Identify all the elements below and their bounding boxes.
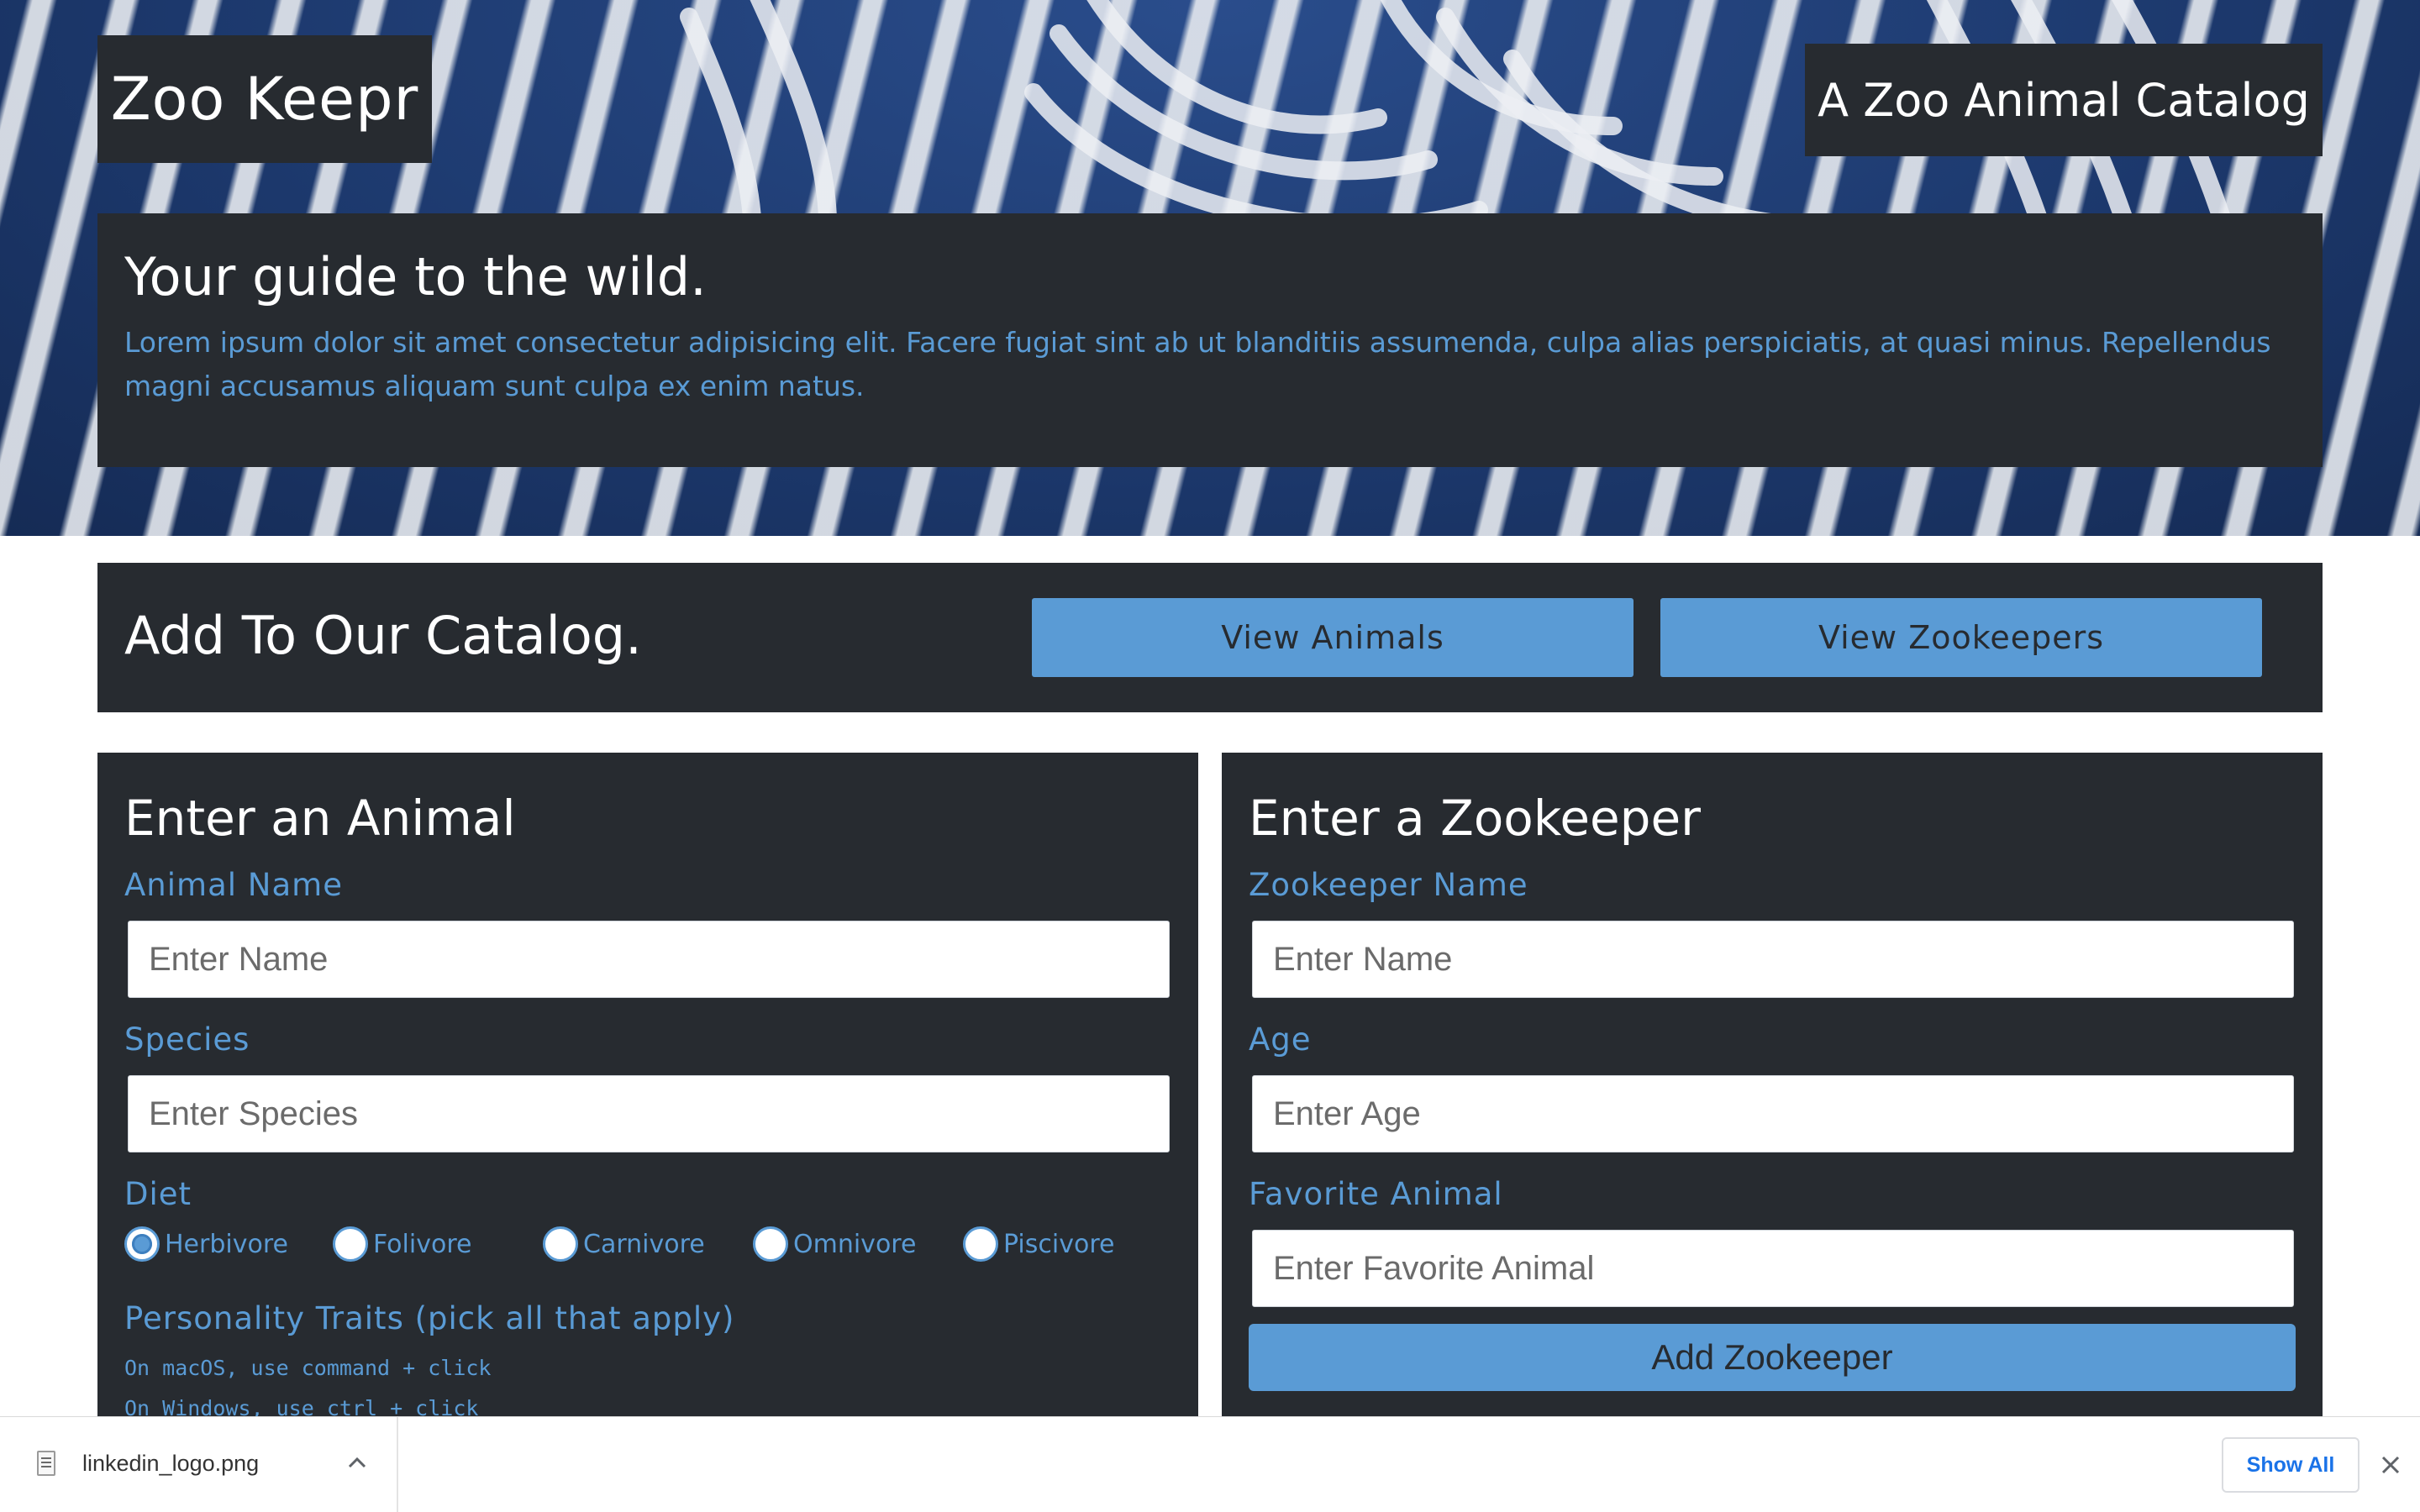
catalog-title: Add To Our Catalog.: [124, 605, 642, 666]
intro-section: Your guide to the wild. Lorem ipsum dolo…: [97, 213, 2323, 467]
hint-macos: On macOS, use command + click: [124, 1356, 492, 1380]
animal-name-input[interactable]: [128, 921, 1170, 998]
download-bar: linkedin_logo.png Show All: [0, 1416, 2420, 1512]
diet-option-piscivore[interactable]: Piscivore: [963, 1226, 1114, 1262]
zookeeper-form-title: Enter a Zookeeper: [1249, 790, 1702, 847]
catalog-bar: Add To Our Catalog. View Animals View Zo…: [97, 563, 2323, 712]
zookeeper-name-label: Zookeeper Name: [1249, 867, 1528, 903]
radio-button[interactable]: [753, 1226, 788, 1262]
close-icon[interactable]: [2380, 1454, 2402, 1476]
hero-banner: Zoo Keepr A Zoo Animal Catalog Your guid…: [0, 0, 2420, 536]
species-label: Species: [124, 1021, 250, 1058]
intro-title: Your guide to the wild.: [124, 246, 707, 307]
animal-name-label: Animal Name: [124, 867, 343, 903]
diet-option-carnivore[interactable]: Carnivore: [543, 1226, 705, 1262]
diet-label: Diet: [124, 1176, 192, 1212]
diet-option-folivore[interactable]: Folivore: [333, 1226, 471, 1262]
chevron-up-icon[interactable]: [346, 1454, 368, 1471]
view-animals-button[interactable]: View Animals: [1032, 598, 1634, 677]
zookeeper-form: Enter a Zookeeper Zookeeper Name Age Fav…: [1222, 753, 2323, 1416]
radio-button[interactable]: [963, 1226, 998, 1262]
diet-option-omnivore[interactable]: Omnivore: [753, 1226, 916, 1262]
radio-button[interactable]: [543, 1226, 578, 1262]
animal-form-title: Enter an Animal: [124, 790, 516, 847]
diet-option-label: Piscivore: [1003, 1229, 1115, 1259]
diet-option-label: Herbivore: [165, 1229, 288, 1259]
file-icon: [37, 1451, 55, 1476]
favorite-animal-label: Favorite Animal: [1249, 1176, 1503, 1212]
diet-option-herbivore[interactable]: Herbivore: [124, 1226, 288, 1262]
favorite-animal-input[interactable]: [1252, 1230, 2294, 1307]
diet-option-label: Carnivore: [583, 1229, 705, 1259]
radio-button-checked[interactable]: [124, 1226, 160, 1262]
hint-windows: On Windows, use ctrl + click: [124, 1396, 479, 1416]
site-brand[interactable]: Zoo Keepr: [97, 35, 432, 163]
intro-text: Lorem ipsum dolor sit amet consectetur a…: [124, 326, 2271, 403]
diet-option-label: Omnivore: [793, 1229, 917, 1259]
radio-button[interactable]: [333, 1226, 368, 1262]
download-file-name[interactable]: linkedin_logo.png: [82, 1451, 259, 1477]
personality-traits-label: Personality Traits (pick all that apply): [124, 1300, 735, 1336]
diet-option-label: Folivore: [373, 1229, 472, 1259]
diet-radio-group: Herbivore Folivore Carnivore Omnivore Pi…: [124, 1225, 1183, 1265]
species-input[interactable]: [128, 1075, 1170, 1152]
age-label: Age: [1249, 1021, 1312, 1058]
animal-form: Enter an Animal Animal Name Species Diet…: [97, 753, 1198, 1416]
site-tagline: A Zoo Animal Catalog: [1805, 44, 2323, 156]
age-input[interactable]: [1252, 1075, 2294, 1152]
show-all-button[interactable]: Show All: [2222, 1437, 2360, 1493]
zookeeper-name-input[interactable]: [1252, 921, 2294, 998]
add-zookeeper-button[interactable]: Add Zookeeper: [1249, 1324, 2296, 1391]
view-zookeepers-button[interactable]: View Zookeepers: [1660, 598, 2262, 677]
download-item[interactable]: linkedin_logo.png: [0, 1417, 398, 1512]
